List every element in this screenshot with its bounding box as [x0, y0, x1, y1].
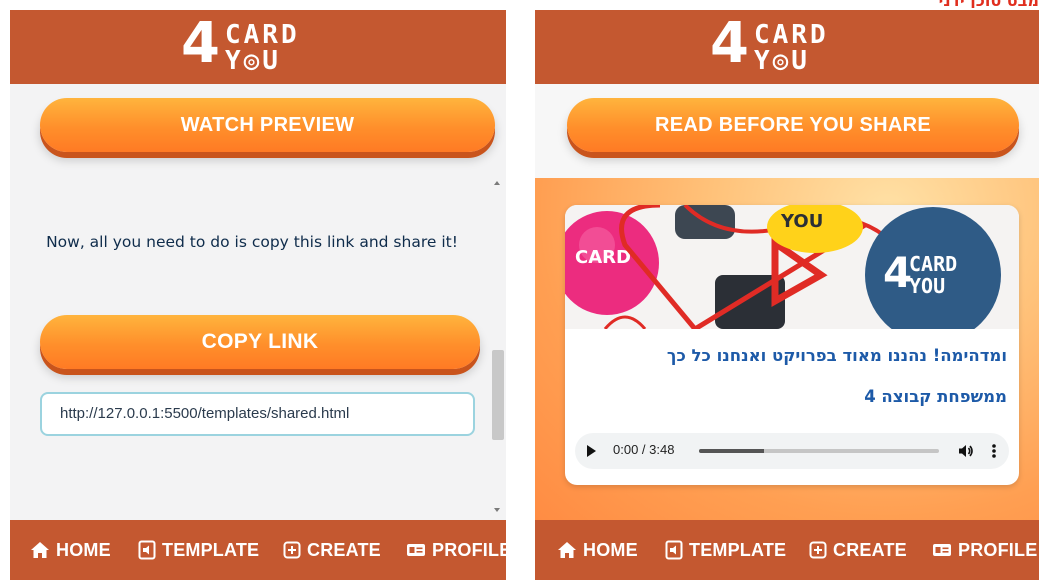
nav-profile-label: PROFILE [958, 539, 1038, 560]
svg-text:4: 4 [883, 248, 912, 297]
more-options-icon[interactable] [991, 443, 997, 459]
nav-profile[interactable]: PROFILE [406, 520, 506, 580]
nav-home[interactable]: HOME [557, 520, 638, 580]
profile-icon [933, 544, 951, 556]
home-icon [558, 542, 576, 558]
left-screen: 4 CARD Y◎U WATCH PREVIEW Now, all you ne… [10, 10, 506, 580]
logo-word-top: CARD [225, 20, 300, 50]
template-icon [138, 540, 156, 560]
app-logo[interactable]: 4 CARD Y◎U [173, 12, 343, 76]
scrollbar-thumb[interactable] [492, 350, 504, 440]
card-message-line-1: ומדהימה! נהננו מאוד בפרויקט ואנחנו כל כך [666, 346, 1007, 365]
play-icon[interactable] [587, 445, 596, 457]
share-link-field[interactable]: http://127.0.0.1:5500/templates/shared.h… [40, 392, 475, 436]
svg-text:CARD: CARD [909, 252, 957, 276]
profile-icon [407, 544, 425, 556]
audio-time: 0:00 / 3:48 [613, 442, 675, 457]
audio-progress-bar[interactable] [699, 449, 939, 453]
scroll-down-arrow-icon[interactable] [494, 508, 500, 512]
volume-icon[interactable] [958, 444, 974, 458]
svg-text:YOU: YOU [780, 211, 823, 232]
app-logo[interactable]: 4 CARD Y◎U [702, 12, 872, 76]
card-cover-image: CARD YOU 4 CARD YOU [565, 205, 1019, 329]
header: 4 CARD Y◎U [535, 10, 1039, 84]
nav-profile-label: PROFILE [432, 539, 506, 560]
audio-player: 0:00 / 3:48 [575, 433, 1009, 469]
svg-text:YOU: YOU [909, 274, 945, 298]
card-message: ומדהימה! נהננו מאוד בפרויקט ואנחנו כל כך… [579, 335, 1007, 417]
audio-progress-fill [699, 449, 764, 453]
template-icon [665, 540, 683, 560]
bottom-nav: HOME TEMPLATE CREATE PROFILE [10, 520, 506, 580]
logo-word-top: CARD [754, 20, 829, 50]
nav-template-label: TEMPLATE [689, 539, 787, 560]
page-title: מבט סוכן ידני [760, 0, 1039, 8]
nav-template-label: TEMPLATE [162, 539, 260, 560]
home-icon [31, 542, 49, 558]
right-screen: 4 CARD Y◎U READ BEFORE YOU SHARE CARD YO… [535, 10, 1039, 580]
nav-home[interactable]: HOME [30, 520, 111, 580]
create-icon [283, 541, 301, 559]
header: 4 CARD Y◎U [10, 10, 506, 84]
nav-home-label: HOME [56, 539, 111, 560]
bottom-nav: HOME TEMPLATE CREATE PROFILE [535, 520, 1039, 580]
logo-word-bottom: Y◎U [754, 46, 810, 76]
nav-create[interactable]: CREATE [809, 520, 907, 580]
copy-link-button[interactable]: COPY LINK [40, 315, 480, 369]
watch-preview-button[interactable]: WATCH PREVIEW [40, 98, 495, 152]
shared-card: CARD YOU 4 CARD YOU ומדהימה! נהננו מאוד … [565, 205, 1019, 485]
instruction-text: Now, all you need to do is copy this lin… [46, 233, 458, 251]
nav-template[interactable]: TEMPLATE [138, 520, 259, 580]
logo-digit: 4 [710, 11, 749, 76]
create-icon [809, 541, 827, 559]
scroll-up-arrow-icon[interactable] [494, 181, 500, 185]
nav-home-label: HOME [583, 539, 638, 560]
nav-create-label: CREATE [307, 539, 381, 560]
svg-text:CARD: CARD [575, 247, 631, 268]
logo-digit: 4 [181, 11, 220, 76]
card-message-line-2: ממשפחת קבוצה 4 [864, 387, 1007, 406]
nav-create[interactable]: CREATE [283, 520, 381, 580]
nav-create-label: CREATE [833, 539, 907, 560]
logo-word-bottom: Y◎U [225, 46, 281, 76]
nav-template[interactable]: TEMPLATE [665, 520, 786, 580]
read-before-share-button[interactable]: READ BEFORE YOU SHARE [567, 98, 1019, 152]
nav-profile[interactable]: PROFILE [932, 520, 1037, 580]
